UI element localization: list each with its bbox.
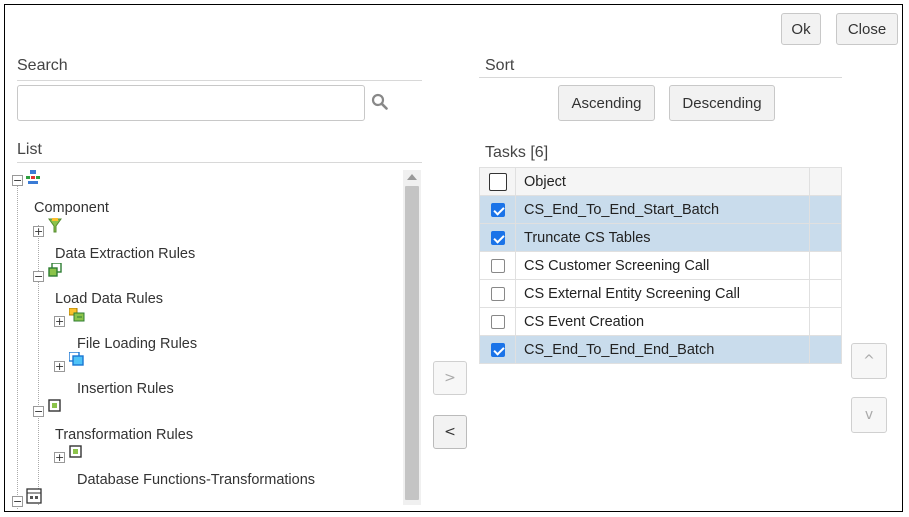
insertion-icon (48, 398, 62, 412)
load-data-toggle[interactable]: + (54, 316, 65, 327)
move-up-button[interactable]: ^ (851, 343, 887, 379)
table-row[interactable]: Truncate CS Tables (479, 223, 842, 252)
chevron-down-icon: v (864, 407, 874, 423)
row-object-name: Truncate CS Tables (515, 223, 810, 252)
load-rules-icon (68, 307, 85, 322)
row-checkbox[interactable] (490, 258, 505, 273)
tree-view: − Component + Data Extraction Rules − Lo… (11, 165, 423, 510)
sort-divider (479, 77, 842, 78)
sort-label: Sort (485, 57, 515, 74)
row-object-name: CS_End_To_End_Start_Batch (515, 195, 810, 224)
file-loading-icon (68, 351, 84, 366)
dialog-frame: Ok Close Search Sort Ascending Descendin… (4, 4, 903, 512)
list-label: List (17, 141, 42, 158)
chevron-up-icon: ^ (863, 353, 875, 369)
column-header-object: Object (515, 167, 810, 196)
search-icon[interactable] (371, 93, 389, 111)
select-all-checkbox[interactable] (488, 172, 507, 191)
transformation-toggle[interactable]: + (54, 452, 65, 463)
ascending-button[interactable]: Ascending (558, 85, 655, 121)
tree-item-component[interactable]: Component (34, 200, 109, 216)
scrollbar-thumb[interactable] (405, 186, 419, 500)
search-label: Search (17, 57, 68, 74)
data-extraction-toggle[interactable]: − (33, 271, 44, 282)
funnel-icon (48, 218, 62, 233)
table-row[interactable]: CS External Entity Screening Call (479, 279, 842, 308)
table-row[interactable]: CS_End_To_End_Start_Batch (479, 195, 842, 224)
tree-item-file-loading-rules[interactable]: File Loading Rules (77, 336, 197, 352)
close-button[interactable]: Close (836, 13, 898, 45)
add-to-tasks-button[interactable]: > (433, 361, 467, 395)
tasks-label: Tasks [6] (485, 144, 549, 161)
row-object-name: CS Event Creation (515, 307, 810, 336)
search-input[interactable] (17, 85, 365, 121)
hierarchy-icon (26, 170, 40, 184)
remove-from-tasks-button[interactable]: < (433, 415, 467, 449)
row-object-name: CS Customer Screening Call (515, 251, 810, 280)
row-checkbox[interactable] (490, 202, 505, 217)
row-checkbox[interactable] (490, 286, 505, 301)
component-toggle[interactable]: + (33, 226, 44, 237)
tree-item-insertion-rules[interactable]: Insertion Rules (77, 381, 174, 397)
tasks-table: Object CS_End_To_End_Start_Batch Truncat… (479, 167, 842, 364)
chevron-left-icon: < (444, 424, 456, 440)
file-loading-toggle[interactable]: + (54, 361, 65, 372)
root-toggle[interactable]: − (12, 175, 23, 186)
tree-item-transformation-rules[interactable]: Transformation Rules (55, 427, 193, 443)
scroll-up-icon[interactable] (407, 174, 417, 180)
tree-item-data-extraction-rules[interactable]: Data Extraction Rules (55, 246, 195, 262)
db-functions-toggle[interactable]: − (12, 496, 23, 507)
row-checkbox[interactable] (490, 342, 505, 357)
transformation-icon (69, 444, 83, 458)
tree-item-database-functions-transformations[interactable]: Database Functions-Transformations (77, 472, 315, 488)
tree-item-load-data-rules[interactable]: Load Data Rules (55, 291, 163, 307)
table-row[interactable]: CS Customer Screening Call (479, 251, 842, 280)
db-rules-icon (48, 262, 62, 277)
search-divider (17, 80, 422, 81)
table-header-row: Object (479, 167, 842, 196)
db-functions-icon (26, 488, 42, 504)
table-row[interactable]: CS_End_To_End_End_Batch (479, 335, 842, 364)
row-object-name: CS_End_To_End_End_Batch (515, 335, 810, 364)
chevron-right-icon: > (444, 370, 456, 386)
insertion-toggle[interactable]: − (33, 406, 44, 417)
ok-button[interactable]: Ok (781, 13, 821, 45)
row-checkbox[interactable] (490, 314, 505, 329)
move-down-button[interactable]: v (851, 397, 887, 433)
row-checkbox[interactable] (490, 230, 505, 245)
table-row[interactable]: CS Event Creation (479, 307, 842, 336)
list-divider (17, 162, 422, 163)
descending-button[interactable]: Descending (669, 85, 775, 121)
tree-scrollbar[interactable] (403, 170, 421, 505)
row-object-name: CS External Entity Screening Call (515, 279, 810, 308)
